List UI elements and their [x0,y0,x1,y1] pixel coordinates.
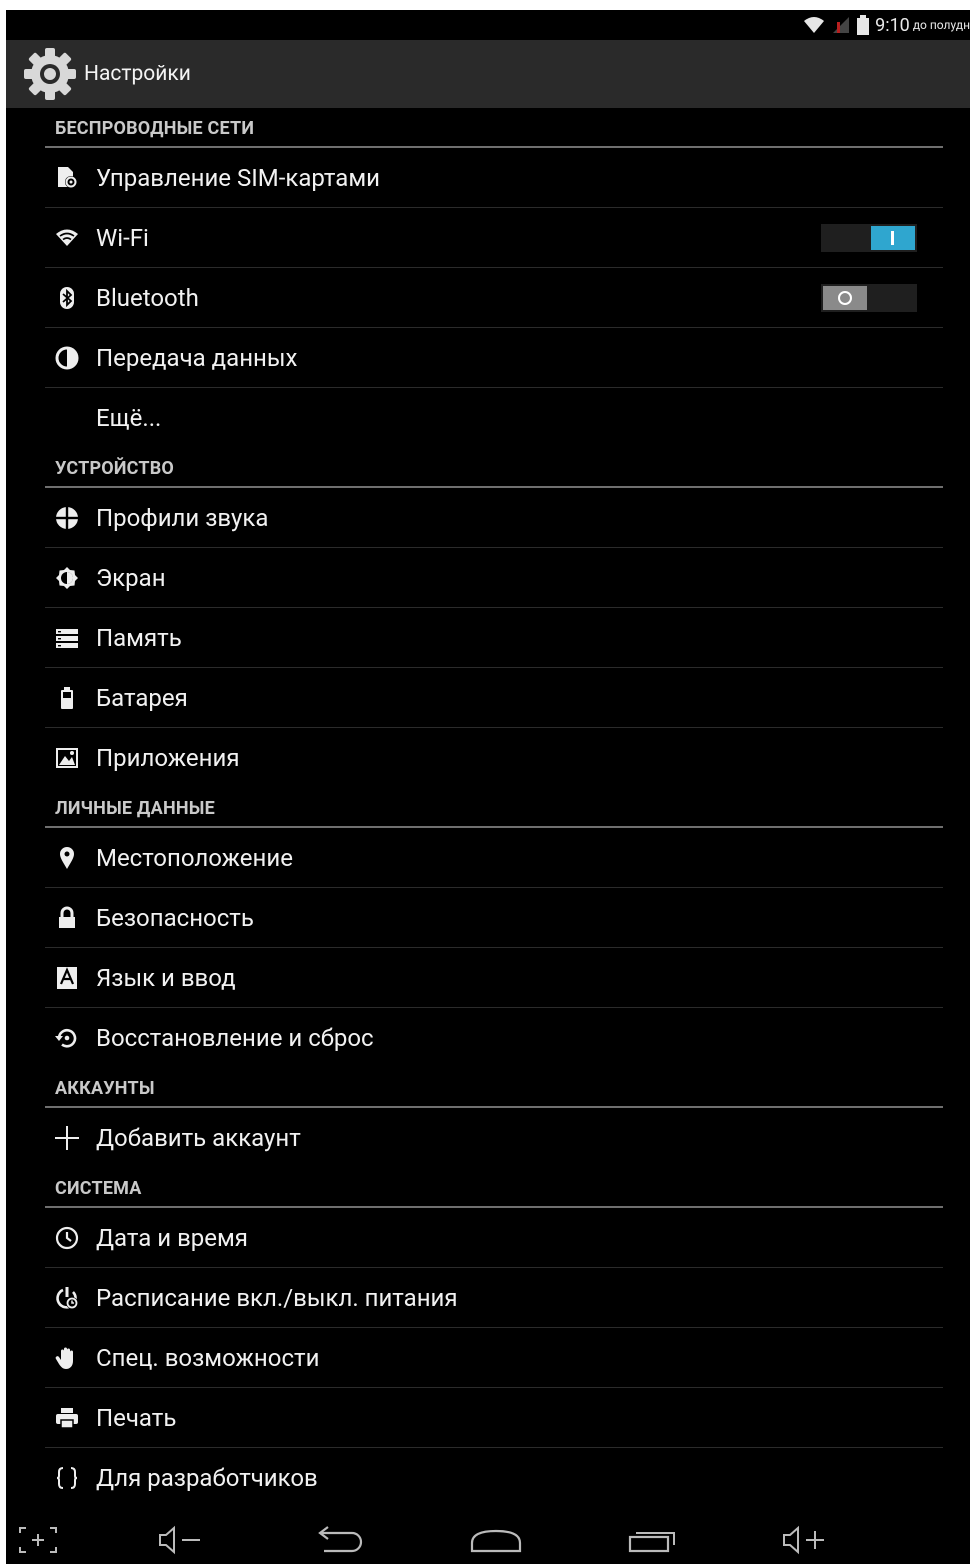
settings-item-date-time[interactable]: Дата и время [45,1208,943,1268]
accessibility-hand-icon [55,1346,79,1370]
back-icon[interactable] [312,1525,368,1555]
toggle-knob [823,286,867,310]
settings-item-print[interactable]: Печать [45,1388,943,1448]
developer-braces-icon [55,1466,79,1490]
wifi-signal-icon [803,16,825,34]
settings-item-location[interactable]: Местоположение [45,828,943,888]
settings-item-power-schedule[interactable]: Расписание вкл./выкл. питания [45,1268,943,1328]
status-icons: 9:10 до полудн [803,10,970,40]
settings-item-label: Передача данных [96,344,298,372]
settings-item-label: Управление SIM-картами [96,164,380,192]
settings-item-more[interactable]: Ещё... [45,388,943,448]
cell-signal-icon [831,16,851,34]
recents-icon[interactable] [624,1525,680,1555]
settings-item-security[interactable]: Безопасность [45,888,943,948]
settings-list: БЕСПРОВОДНЫЕ СЕТИ Управление SIM-картами… [6,108,970,1508]
wifi-toggle[interactable] [821,224,917,252]
display-icon [55,566,79,590]
settings-item-storage[interactable]: Память [45,608,943,668]
settings-screen: 9:10 до полудн Настройки БЕСПРОВОДНЫЕ СЕ… [6,10,970,1564]
toggle-knob [871,226,915,250]
section-header-label: ЛИЧНЫЕ ДАННЫЕ [55,798,215,819]
data-usage-icon [55,346,79,370]
battery-icon [55,686,79,710]
print-icon [55,1406,79,1430]
settings-item-label: Bluetooth [96,284,199,312]
gear-icon[interactable] [22,46,78,102]
page-title: Настройки [84,62,191,86]
settings-item-developer[interactable]: Для разработчиков [45,1448,943,1508]
section-header-personal: ЛИЧНЫЕ ДАННЫЕ [45,788,943,828]
language-icon [55,966,79,990]
settings-item-label: Для разработчиков [96,1464,318,1492]
audio-profiles-icon [55,506,79,530]
settings-item-data-usage[interactable]: Передача данных [45,328,943,388]
settings-item-label: Расписание вкл./выкл. питания [96,1284,458,1312]
settings-item-apps[interactable]: Приложения [45,728,943,788]
home-icon[interactable] [466,1525,526,1555]
settings-item-label: Память [96,624,182,652]
bluetooth-icon [55,286,79,310]
settings-item-label: Спец. возможности [96,1344,320,1372]
backup-restore-icon [55,1026,79,1050]
settings-item-sim[interactable]: Управление SIM-картами [45,148,943,208]
settings-item-label: Экран [96,564,166,592]
section-header-label: АККАУНТЫ [55,1078,155,1099]
battery-status-icon [857,15,870,35]
settings-item-label: Язык и ввод [96,964,236,992]
settings-item-label: Восстановление и сброс [96,1024,374,1052]
clock-icon [55,1226,79,1250]
volume-down-icon[interactable] [156,1525,206,1555]
settings-item-language[interactable]: Язык и ввод [45,948,943,1008]
storage-icon [55,626,79,650]
settings-item-label: Приложения [96,744,240,772]
lock-icon [55,906,79,930]
settings-item-display[interactable]: Экран [45,548,943,608]
section-header-device: УСТРОЙСТВО [45,448,943,488]
section-header-label: СИСТЕМА [55,1178,142,1199]
navigation-bar [6,1515,970,1564]
settings-item-backup-reset[interactable]: Восстановление и сброс [45,1008,943,1068]
bluetooth-toggle[interactable] [821,284,917,312]
section-header-label: УСТРОЙСТВО [55,458,175,479]
clock-ampm: до полудн [912,18,970,32]
location-icon [55,846,79,870]
settings-item-wifi[interactable]: Wi-Fi [45,208,943,268]
settings-item-label: Печать [96,1404,177,1432]
settings-item-label: Батарея [96,684,188,712]
power-schedule-icon [55,1286,79,1310]
section-header-system: СИСТЕМА [45,1168,943,1208]
settings-item-label: Wi-Fi [96,224,149,252]
apps-icon [55,746,79,770]
settings-item-label: Дата и время [96,1224,248,1252]
screenshot-icon[interactable] [16,1525,60,1555]
section-header-accounts: АККАУНТЫ [45,1068,943,1108]
settings-item-accessibility[interactable]: Спец. возможности [45,1328,943,1388]
volume-up-icon[interactable] [780,1525,830,1555]
settings-item-label: Местоположение [96,844,293,872]
settings-item-label: Добавить аккаунт [96,1124,301,1152]
wifi-icon [55,226,79,250]
settings-item-bluetooth[interactable]: Bluetooth [45,268,943,328]
plus-icon [55,1126,79,1150]
settings-item-add-account[interactable]: Добавить аккаунт [45,1108,943,1168]
settings-item-label: Профили звука [96,504,269,532]
settings-item-audio-profiles[interactable]: Профили звука [45,488,943,548]
settings-item-battery[interactable]: Батарея [45,668,943,728]
sim-card-icon [55,166,79,190]
action-bar: Настройки [6,40,970,108]
settings-item-label: Ещё... [96,404,162,432]
status-bar: 9:10 до полудн [6,10,970,40]
section-header-label: БЕСПРОВОДНЫЕ СЕТИ [55,118,255,139]
section-header-wireless: БЕСПРОВОДНЫЕ СЕТИ [45,108,943,148]
clock-time: 9:10 [875,14,910,36]
settings-item-label: Безопасность [96,904,254,932]
